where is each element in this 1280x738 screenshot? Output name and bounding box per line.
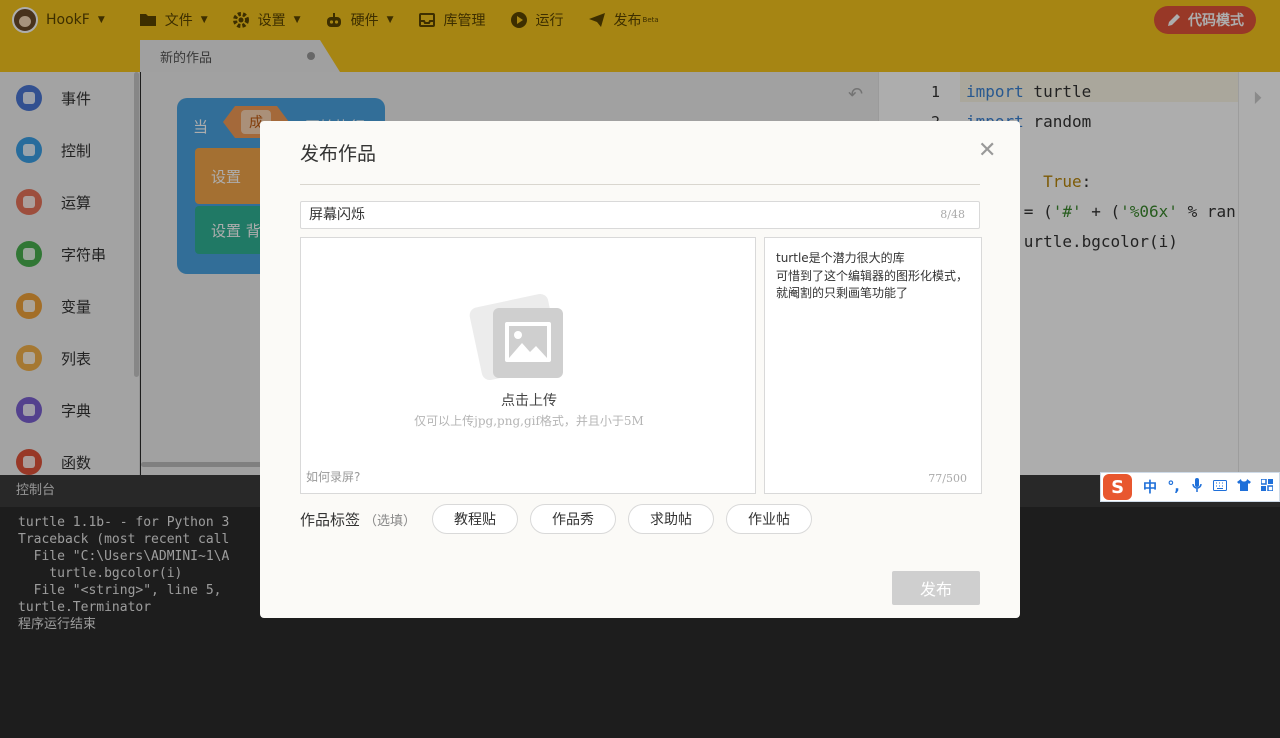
ime-toolbar: S 中 °, [1100,472,1280,502]
tag-tutorial[interactable]: 教程贴 [432,504,518,534]
upload-label: 点击上传 [501,393,557,409]
microphone-icon[interactable] [1185,478,1208,496]
toolbox-icon[interactable] [1256,478,1279,495]
work-title-value: 屏幕闪烁 [309,207,365,223]
cover-upload-area[interactable]: 点击上传 仅可以上传jpg,png,gif格式，并且小于5M 如何录屏? [300,237,756,494]
title-char-count: 8/48 [940,208,965,221]
tags-optional-hint: （选填） [364,514,417,529]
upload-hint: 仅可以上传jpg,png,gif格式，并且小于5M [414,414,644,428]
description-line: 就阉割的只剩画笔功能了 [776,286,909,300]
tags-label: 作品标签 （选填） [300,509,416,530]
description-char-count: 77/500 [928,471,967,485]
tag-homework[interactable]: 作业帖 [726,504,812,534]
description-line: turtle是个潜力很大的库 [776,251,905,265]
image-placeholder-icon [468,292,565,382]
work-title-input[interactable]: 屏幕闪烁 8/48 [300,201,980,229]
skin-icon[interactable] [1232,479,1255,495]
dialog-title: 发布作品 [300,143,377,165]
ime-punct-toggle[interactable]: °, [1162,479,1185,495]
publish-dialog: 发布作品 ✕ 屏幕闪烁 8/48 点击上传 仅可以上传jpg,png,gif格式… [260,121,1020,618]
keyboard-icon[interactable] [1209,479,1232,495]
description-line: 可惜到了这个编辑器的图形化模式， [776,268,969,283]
how-to-record-link[interactable]: 如何录屏? [306,468,360,485]
tags-label-text: 作品标签 [300,511,361,529]
ime-mode-toggle[interactable]: 中 [1138,477,1161,497]
tag-help[interactable]: 求助帖 [628,504,714,534]
publish-button[interactable]: 发布 [892,571,980,605]
sogou-logo-icon[interactable]: S [1103,474,1133,500]
description-textarea[interactable]: turtle是个潜力很大的库 可惜到了这个编辑器的图形化模式， 就阉割的只剩画笔… [764,237,982,494]
divider [300,184,980,185]
close-icon[interactable]: ✕ [978,139,996,163]
tag-showcase[interactable]: 作品秀 [530,504,616,534]
